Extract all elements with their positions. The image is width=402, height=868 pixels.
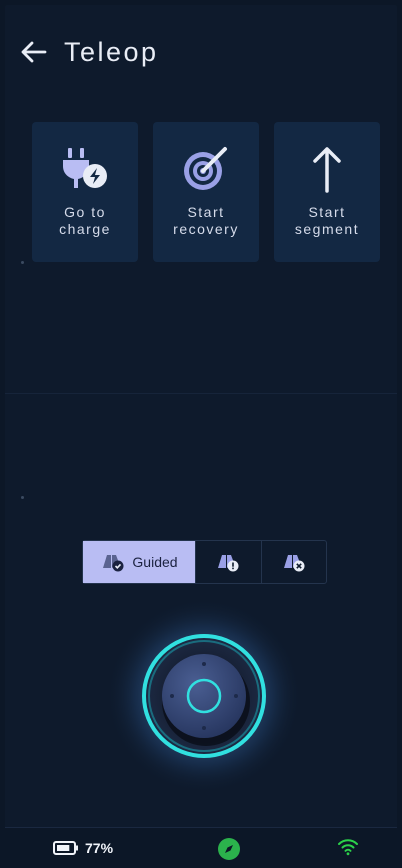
arrow-left-icon xyxy=(21,41,47,63)
wifi-indicator xyxy=(337,838,359,861)
guided-cancel-icon xyxy=(283,555,305,572)
battery-percent: 77% xyxy=(85,840,114,856)
mode-warning-button[interactable] xyxy=(196,541,262,583)
go-to-charge-button[interactable]: Go to charge xyxy=(32,122,138,262)
back-button[interactable] xyxy=(18,37,48,67)
joystick-graphic xyxy=(106,598,302,794)
arrow-up-icon xyxy=(313,147,341,193)
wifi-icon xyxy=(338,839,358,856)
action-label: Start recovery xyxy=(173,204,239,237)
decorative-dot xyxy=(21,261,24,264)
battery-indicator: 77% xyxy=(53,840,113,856)
guided-check-icon xyxy=(103,555,124,572)
battery-icon xyxy=(53,841,78,855)
action-buttons: Go to charge Start recovery Start segmen… xyxy=(32,122,380,262)
start-recovery-button[interactable]: Start recovery xyxy=(153,122,259,262)
drive-mode-selector: Guided xyxy=(82,540,327,584)
section-divider xyxy=(5,393,397,394)
header: Teleop xyxy=(18,34,159,70)
decorative-dot xyxy=(21,496,24,499)
mode-guided-button[interactable]: Guided xyxy=(83,541,196,583)
compass-icon xyxy=(218,838,240,860)
start-segment-button[interactable]: Start segment xyxy=(274,122,380,262)
action-label: Start segment xyxy=(294,204,360,237)
mode-cancel-button[interactable] xyxy=(262,541,327,583)
joystick-knob[interactable] xyxy=(162,654,246,738)
page-title: Teleop xyxy=(64,36,159,67)
plug-charge-icon xyxy=(63,148,107,188)
joystick[interactable] xyxy=(104,596,304,796)
guided-warning-icon xyxy=(218,555,239,572)
action-label: Go to charge xyxy=(59,204,111,237)
radar-target-icon xyxy=(184,147,227,190)
compass-indicator xyxy=(217,837,241,866)
status-bar: 77% xyxy=(5,827,397,868)
mode-label: Guided xyxy=(132,554,178,570)
